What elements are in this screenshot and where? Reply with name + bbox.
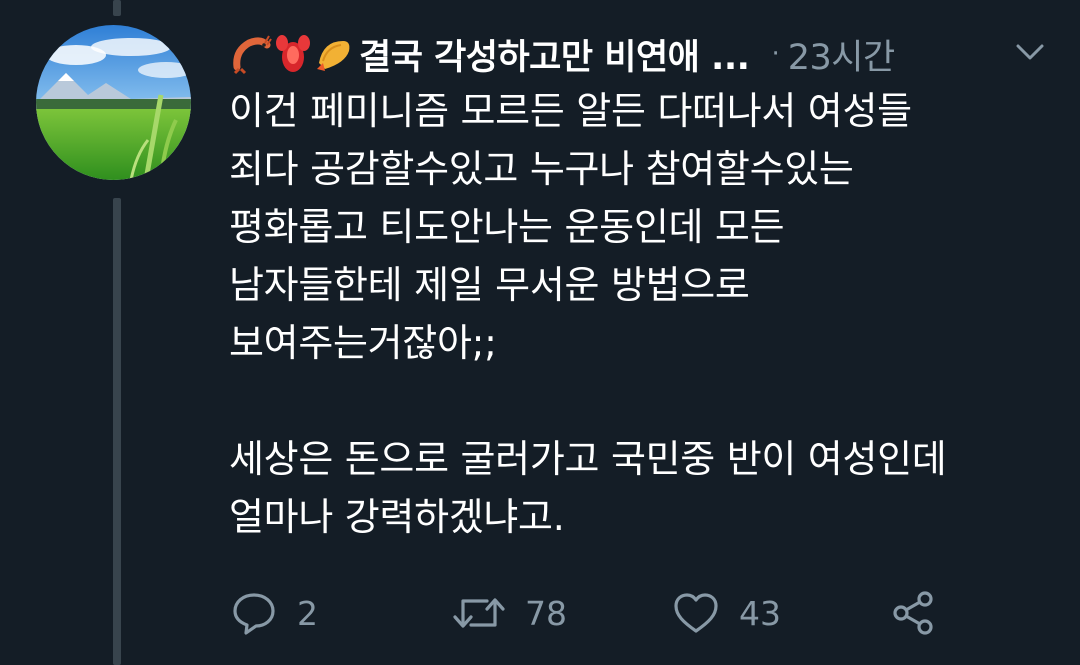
retweet-icon: [453, 598, 505, 628]
tweet-text-line: 죄다 공감할수있고 누구나 참여할수있는: [229, 147, 854, 191]
avatar-landscape-image: [36, 25, 191, 180]
thread-line-bottom: [113, 198, 121, 665]
tweet-text-line: 얼마나 강력하겠냐고.: [229, 495, 565, 539]
tweet-text-line: 세상은 돈으로 굴러가고 국민중 반이 여성인데: [229, 437, 947, 481]
tweet-text: 이건 페미니즘 모르든 알든 다떠나서 여성들 죄다 공감할수있고 누구나 참여…: [229, 82, 1059, 546]
share-icon: [893, 591, 933, 635]
display-name[interactable]: 결국 각성하고만 비연애 ...: [359, 29, 750, 80]
like-count: 43: [739, 593, 781, 633]
shrimp-icon: [233, 35, 272, 75]
fried-shrimp-icon: [317, 41, 350, 71]
tweet-text-line: 남자들한테 제일 무서운 방법으로: [229, 263, 750, 307]
heart-icon: [674, 593, 718, 633]
lobster-icon: [276, 35, 310, 72]
name-emojis: [231, 26, 355, 82]
retweet-button[interactable]: 78: [451, 585, 567, 641]
reply-count: 2: [297, 593, 318, 633]
tweet-text-line: 이건 페미니즘 모르든 알든 다떠나서 여성들: [229, 89, 912, 133]
retweet-count: 78: [525, 593, 567, 633]
avatar[interactable]: [36, 25, 191, 180]
tweet-text-line: 평화롭고 티도안나는 운동인데 모든: [229, 205, 785, 249]
tweet-header: 결국 각성하고만 비연애 ... · 23시간: [231, 26, 1051, 82]
tweet-text-line: 보여주는거잖아;;: [229, 321, 497, 365]
timestamp[interactable]: 23시간: [788, 29, 895, 80]
tweet-actions: 2 78 43: [229, 585, 969, 641]
thread-line-top: [113, 0, 121, 16]
chevron-down-icon[interactable]: [1015, 40, 1045, 64]
separator-dot: ·: [771, 39, 780, 69]
share-button[interactable]: [889, 585, 939, 641]
reply-icon: [233, 593, 275, 635]
like-button[interactable]: 43: [671, 585, 781, 641]
reply-button[interactable]: 2: [229, 585, 318, 641]
